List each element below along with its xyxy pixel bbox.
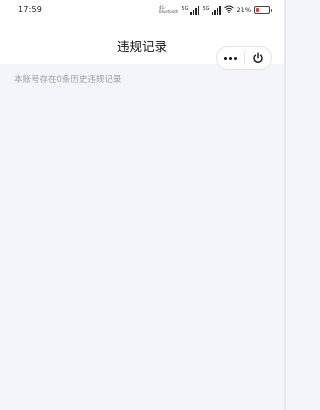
violation-record-message: 本账号存在0条历史违规记录: [14, 75, 122, 85]
wifi-icon: [223, 5, 234, 16]
more-dots-icon: [223, 56, 237, 60]
network-subtype-label: Bluetooth: [159, 9, 179, 14]
close-button[interactable]: [245, 47, 272, 69]
status-icons: 4G Bluetooth 5G 5G 21%: [159, 3, 272, 17]
status-bar: 17:59 4G Bluetooth 5G 5G 21%: [0, 0, 284, 22]
signal-sim1-icon: 5G: [181, 5, 200, 15]
network-indicator: 4G Bluetooth: [159, 6, 178, 14]
battery-percentage: 21%: [236, 6, 251, 14]
power-icon: [253, 52, 263, 63]
battery-icon: [254, 6, 272, 14]
sim2-label: 5G: [202, 5, 210, 12]
sim1-label: 5G: [181, 5, 189, 12]
status-time: 17:59: [18, 5, 43, 14]
more-button[interactable]: [217, 47, 244, 69]
battery-fill: [256, 8, 259, 12]
app-frame: 17:59 4G Bluetooth 5G 5G 21% 违规记录 本账号存在0…: [0, 0, 286, 410]
signal-sim2-icon: 5G: [202, 5, 221, 15]
mini-program-capsule: [216, 46, 272, 70]
